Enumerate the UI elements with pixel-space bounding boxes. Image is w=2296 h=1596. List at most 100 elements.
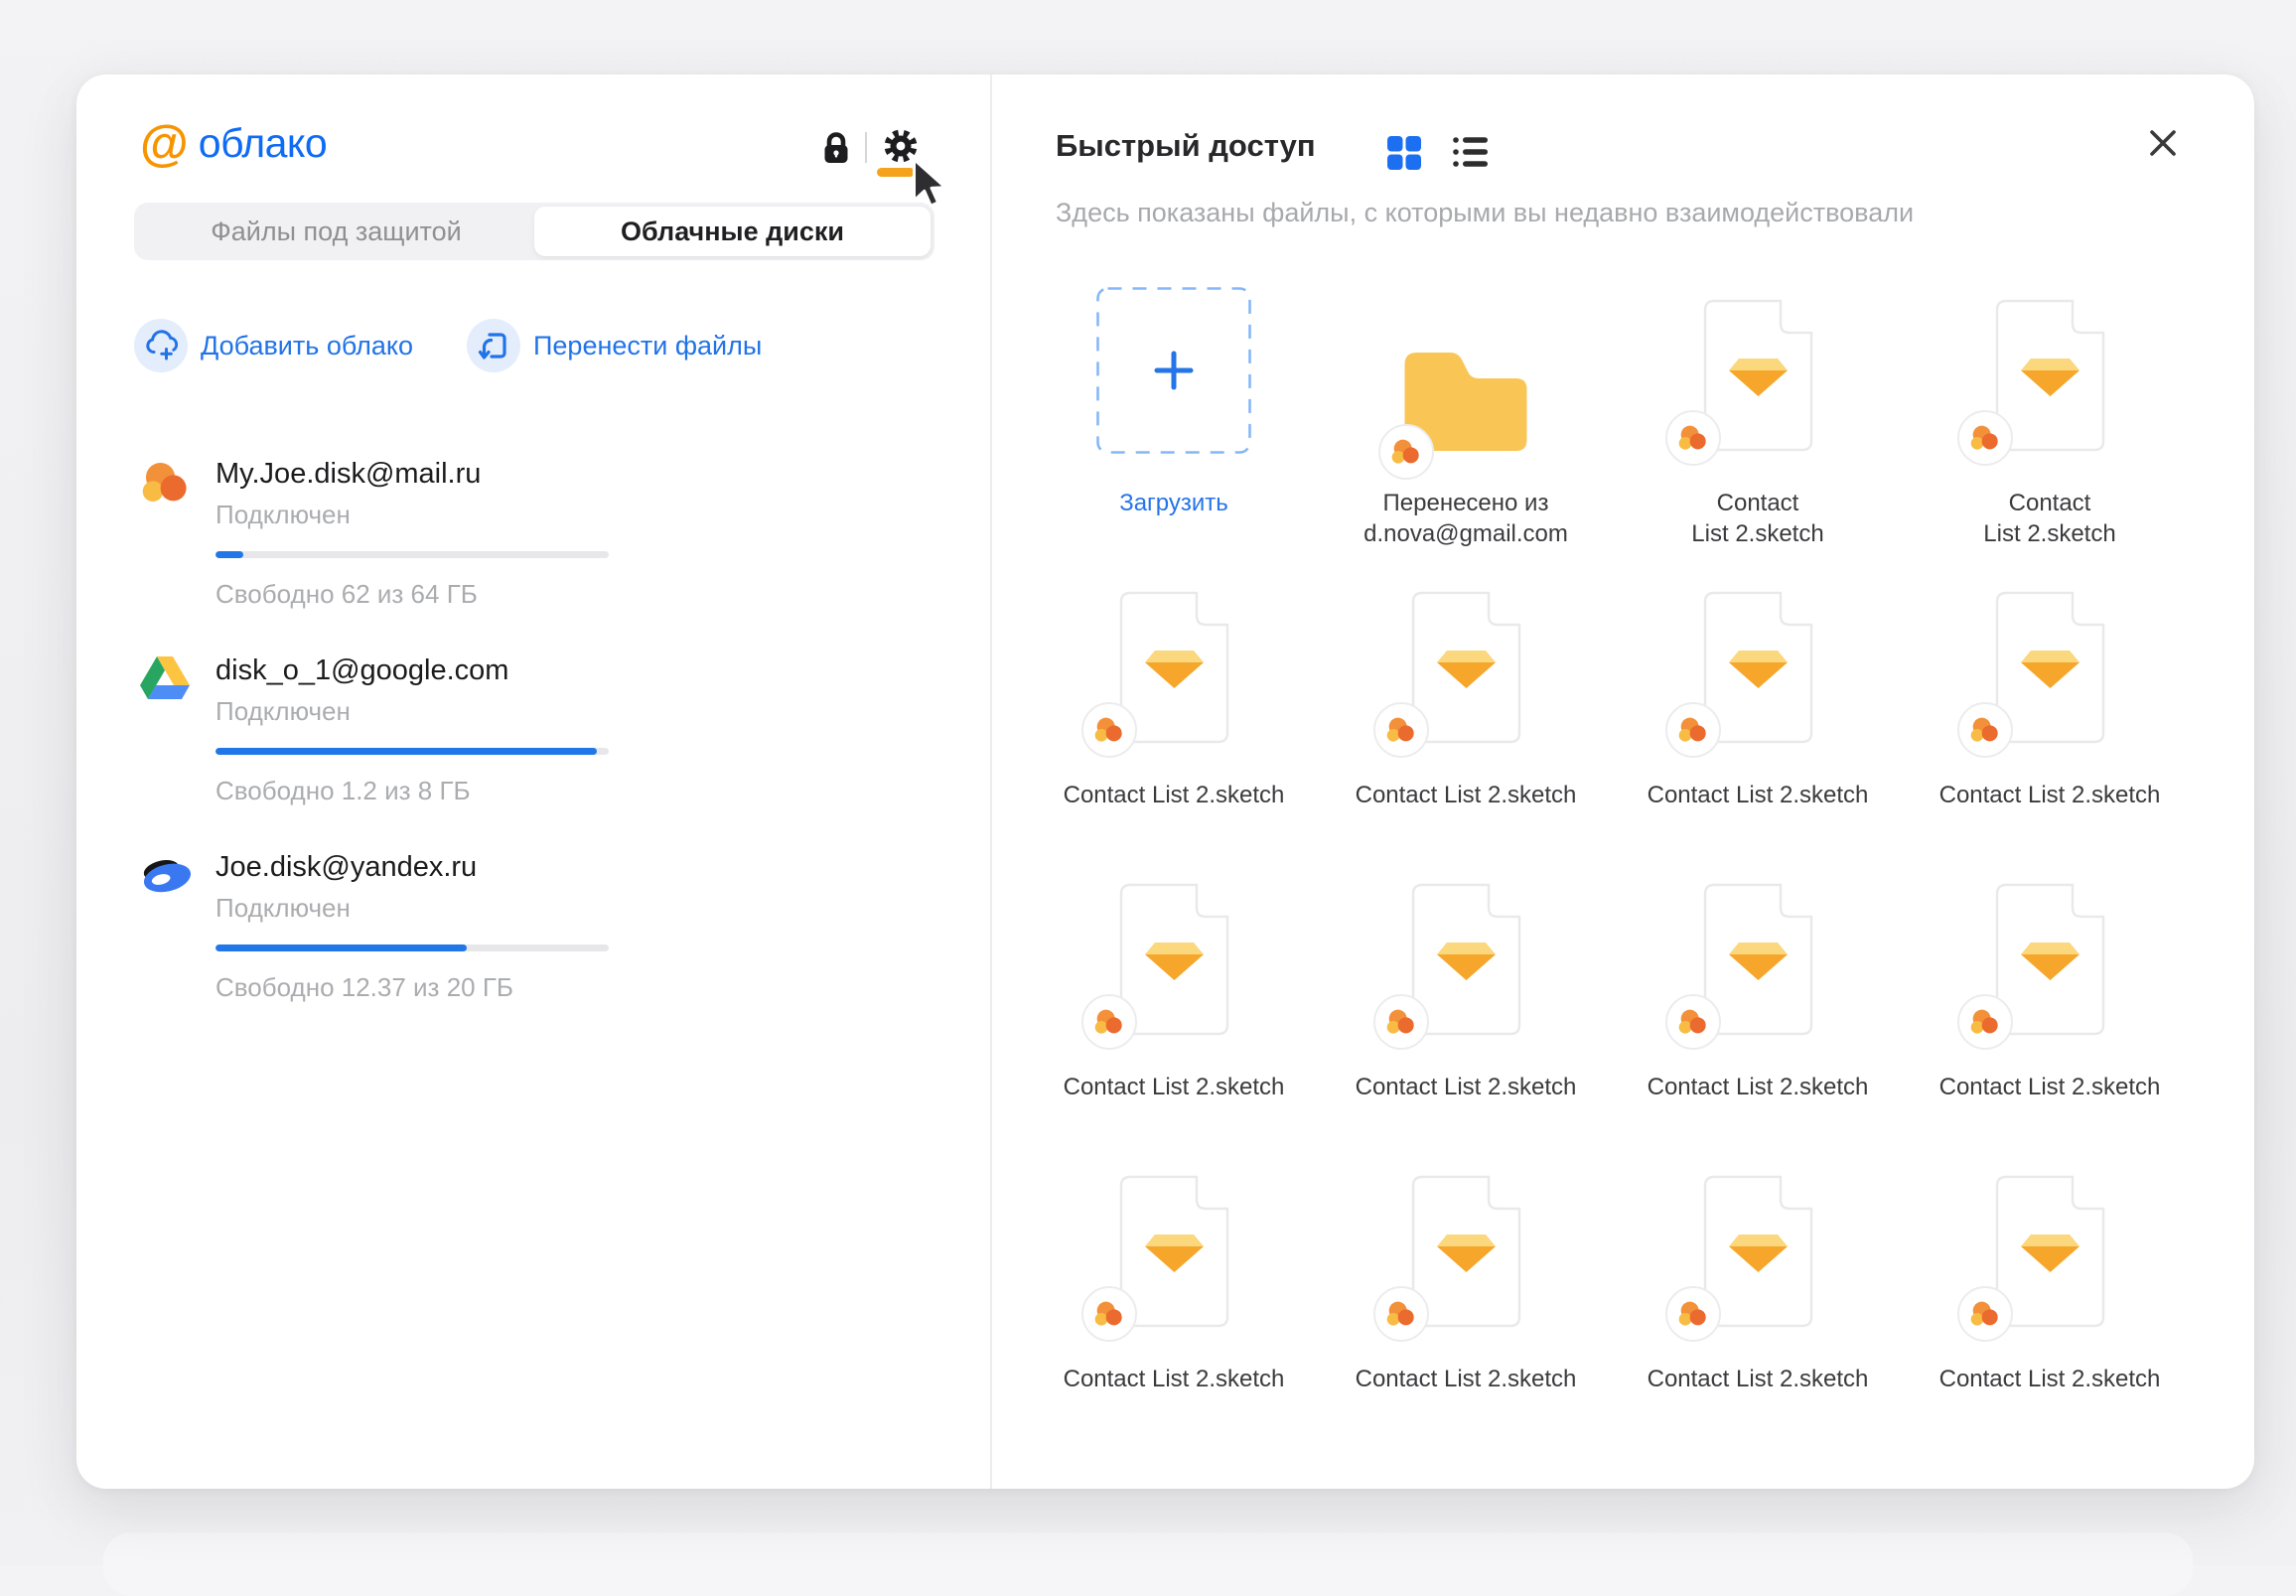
left-panel-actions: Добавить облако Перенести файлы (134, 319, 762, 372)
tile-label: Contact List 2.sketch (1648, 780, 1869, 810)
file-tile[interactable]: Contact List 2.sketch (1028, 577, 1320, 869)
storage-progress-fill (215, 748, 597, 755)
tile-label-line: Contact List 2.sketch (1648, 780, 1869, 810)
tile-label-line: Перенесено из (1363, 488, 1568, 518)
tile-label-line: Загрузить (1119, 488, 1228, 518)
tile-label-line: Contact List 2.sketch (1064, 1364, 1285, 1394)
account-free-space: Свободно 1.2 из 8 ГБ (215, 776, 609, 806)
mailru-cloud-badge-icon (1081, 1286, 1137, 1342)
folder-tile[interactable]: Перенесено изd.nova@gmail.com (1320, 285, 1612, 577)
tile-label: Contact List 2.sketch (1939, 1072, 2161, 1102)
transfer-files-button[interactable]: Перенести файлы (467, 319, 762, 372)
tile-label-line: Contact List 2.sketch (1939, 780, 2161, 810)
mailru-cloud-badge-icon (1378, 424, 1434, 480)
tile-label-line: Contact List 2.sketch (1648, 1072, 1869, 1102)
mailru-cloud-badge-icon (1373, 994, 1429, 1050)
storage-progress-track (215, 551, 609, 558)
add-cloud-button[interactable]: Добавить облако (134, 319, 413, 372)
file-tile[interactable]: Contact List 2.sketch (1028, 869, 1320, 1161)
mailru-cloud-badge-icon (1373, 1286, 1429, 1342)
account-status: Подключен (215, 696, 609, 727)
account-status: Подключен (215, 500, 609, 530)
tile-label-line: Contact List 2.sketch (1356, 1072, 1577, 1102)
close-icon (2144, 124, 2182, 162)
storage-progress-fill (215, 551, 243, 558)
plus-icon (1153, 350, 1195, 391)
close-button[interactable] (2144, 124, 2182, 162)
tab-cloud-disks[interactable]: Облачные диски (534, 207, 931, 256)
file-tile[interactable]: Contact List 2.sketch (1320, 869, 1612, 1161)
file-tile[interactable]: Contact List 2.sketch (1612, 1161, 1904, 1453)
lock-icon (819, 130, 853, 166)
file-tile[interactable]: Contact List 2.sketch (1320, 1161, 1612, 1453)
tile-label-line: List 2.sketch (1983, 518, 2115, 549)
cloud-plus-icon (134, 319, 188, 372)
mailru-cloud-badge-icon (1957, 1286, 2013, 1342)
tile-label: Contact List 2.sketch (1648, 1072, 1869, 1102)
mailru-cloud-badge-icon (1957, 994, 2013, 1050)
tile-label-line: Contact (1983, 488, 2115, 518)
tile-label: Contact List 2.sketch (1939, 780, 2161, 810)
tile-label-line: Contact List 2.sketch (1064, 780, 1285, 810)
mailru-cloud-badge-icon (1957, 702, 2013, 758)
tile-label: ContactList 2.sketch (1691, 488, 1823, 549)
grid-view-icon (1385, 134, 1423, 172)
tile-label: ContactList 2.sketch (1983, 488, 2115, 549)
tile-label: Contact List 2.sketch (1064, 1364, 1285, 1394)
tile-label-line: Contact List 2.sketch (1356, 1364, 1577, 1394)
file-tile[interactable]: Contact List 2.sketch (1612, 869, 1904, 1161)
storage-progress-track (215, 748, 609, 755)
file-tile[interactable]: Contact List 2.sketch (1028, 1161, 1320, 1453)
account-row-google[interactable]: disk_o_1@google.com Подключен Свободно 1… (140, 654, 609, 806)
background-card-edge (103, 1532, 2193, 1596)
file-tile[interactable]: Contact List 2.sketch (1904, 1161, 2196, 1453)
list-view-button[interactable] (1451, 132, 1491, 172)
mailru-cloud-badge-icon (1665, 994, 1721, 1050)
tile-label: Contact List 2.sketch (1939, 1364, 2161, 1394)
mailru-cloud-badge-icon (1081, 702, 1137, 758)
account-row-yandex[interactable]: Joe.disk@yandex.ru Подключен Свободно 12… (140, 851, 609, 1003)
add-cloud-label: Добавить облако (201, 331, 413, 362)
account-free-space: Свободно 62 из 64 ГБ (215, 579, 609, 610)
tile-label-line: d.nova@gmail.com (1363, 518, 1568, 549)
transfer-files-icon (467, 319, 520, 372)
app-window: @ облако Файлы под защитой Облачные диск… (76, 74, 2254, 1489)
account-row-mailru[interactable]: My.Joe.disk@mail.ru Подключен Свободно 6… (140, 458, 609, 610)
tile-label-line: Contact List 2.sketch (1648, 1364, 1869, 1394)
file-tile[interactable]: Contact List 2.sketch (1320, 577, 1612, 869)
mailru-cloud-icon (140, 458, 196, 610)
tile-label: Contact List 2.sketch (1064, 1072, 1285, 1102)
file-tile[interactable]: Contact List 2.sketch (1612, 577, 1904, 869)
file-tile[interactable]: Contact List 2.sketch (1904, 577, 2196, 869)
tile-label: Contact List 2.sketch (1356, 780, 1577, 810)
account-status: Подключен (215, 893, 609, 924)
left-panel-tabs: Файлы под защитой Облачные диски (134, 203, 934, 260)
grid-view-button[interactable] (1385, 134, 1425, 174)
tile-label-line: Contact List 2.sketch (1356, 780, 1577, 810)
upload-dropzone[interactable] (1096, 287, 1251, 454)
list-view-icon (1451, 132, 1491, 172)
account-name: My.Joe.disk@mail.ru (215, 458, 609, 491)
tile-label-line: List 2.sketch (1691, 518, 1823, 549)
tile-label: Contact List 2.sketch (1356, 1072, 1577, 1102)
header-separator (865, 132, 867, 163)
quick-access-grid: Загрузить Перенесено изd.nova@gmail.com (1028, 285, 2196, 1453)
mailru-cloud-badge-icon (1081, 994, 1137, 1050)
quick-access-subtitle: Здесь показаны файлы, с которыми вы неда… (1056, 198, 1914, 228)
file-tile[interactable]: Contact List 2.sketch (1904, 869, 2196, 1161)
quick-access-title: Быстрый доступ (1056, 128, 1316, 164)
mailru-cloud-badge-icon (1373, 702, 1429, 758)
file-tile[interactable]: ContactList 2.sketch (1612, 285, 1904, 577)
brand-label: облако (199, 120, 327, 167)
mailru-cloud-badge-icon (1665, 702, 1721, 758)
upload-tile[interactable]: Загрузить (1028, 285, 1320, 577)
panel-divider (990, 74, 992, 1489)
tile-label-line: Contact (1691, 488, 1823, 518)
transfer-files-label: Перенести файлы (533, 331, 762, 362)
tile-label: Contact List 2.sketch (1356, 1364, 1577, 1394)
google-drive-icon (140, 654, 196, 806)
tile-label: Contact List 2.sketch (1064, 780, 1285, 810)
lock-button[interactable] (819, 130, 853, 166)
tab-protected-files[interactable]: Файлы под защитой (138, 207, 534, 256)
file-tile[interactable]: ContactList 2.sketch (1904, 285, 2196, 577)
